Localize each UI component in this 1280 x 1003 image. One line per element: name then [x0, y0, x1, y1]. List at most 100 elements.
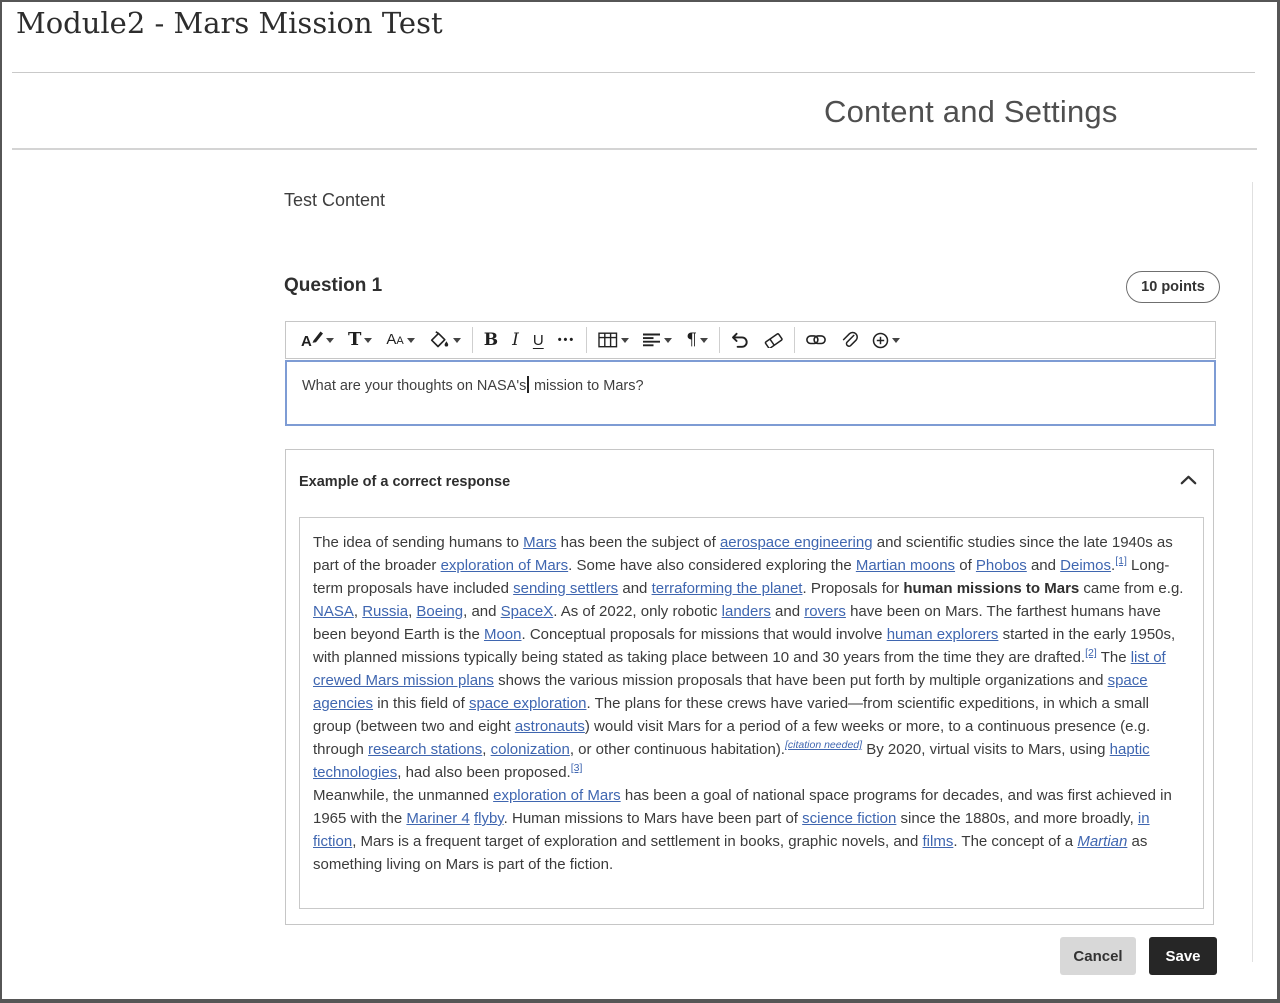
plain-text: The [1097, 649, 1131, 666]
undo-button[interactable] [724, 326, 756, 354]
test-content-label: Test Content [284, 190, 385, 211]
points-badge[interactable]: 10 points [1126, 271, 1220, 303]
text-style-icon: A [301, 331, 323, 349]
tab-content-and-settings: Content and Settings [824, 94, 1144, 130]
inline-link[interactable]: Russia [362, 603, 408, 620]
inline-link[interactable]: Martian moons [856, 557, 955, 574]
plain-text: came from e.g. [1079, 580, 1183, 597]
toolbar-separator [472, 327, 473, 353]
plain-text: The idea of sending humans to [313, 534, 523, 551]
link-icon [806, 335, 826, 345]
citation-ref[interactable]: [1] [1115, 555, 1127, 567]
underline-button[interactable]: U [526, 326, 551, 354]
plain-text: , had also been proposed. [397, 764, 570, 781]
more-options-icon: ••• [558, 335, 576, 346]
citation-needed[interactable]: [citation needed] [785, 739, 862, 751]
inline-link[interactable]: research stations [368, 741, 482, 758]
clear-formatting-button[interactable] [756, 326, 790, 354]
inline-link[interactable]: rovers [804, 603, 846, 620]
inline-link[interactable]: Boeing [416, 603, 463, 620]
inline-link[interactable]: Martian [1077, 833, 1127, 850]
plain-text: in this field of [373, 695, 469, 712]
save-button[interactable]: Save [1149, 937, 1217, 975]
plain-text: . Conceptual proposals for missions that… [522, 626, 887, 643]
italic-icon: I [512, 332, 519, 349]
plain-text: , Mars is a frequent target of explorati… [352, 833, 922, 850]
plain-text: , or other continuous habitation). [570, 741, 785, 758]
text-style-button[interactable]: A [294, 326, 341, 354]
caret-down-icon [621, 338, 629, 343]
caret-down-icon [407, 338, 415, 343]
inline-link[interactable]: exploration of Mars [441, 557, 569, 574]
paperclip-icon [840, 331, 858, 349]
paragraph-style-button[interactable]: ¶ [679, 326, 715, 354]
highlight-color-button[interactable] [422, 326, 468, 354]
inline-link[interactable]: space exploration [469, 695, 587, 712]
inline-link[interactable]: astronauts [515, 718, 585, 735]
text-cursor [527, 376, 529, 393]
inline-link[interactable]: exploration of Mars [493, 787, 621, 804]
text-align-button[interactable] [636, 326, 679, 354]
inline-link[interactable]: science fiction [802, 810, 896, 827]
example-response-panel: Example of a correct response The idea o… [285, 449, 1214, 925]
caret-down-icon [453, 338, 461, 343]
test-edit-page: Module2 - Mars Mission Test Content and … [0, 0, 1280, 1003]
paragraph-icon: ¶ [686, 332, 697, 349]
plain-text: . Human missions to Mars have been part … [504, 810, 802, 827]
citation-ref[interactable]: [3] [571, 762, 583, 774]
plain-text: . The concept of a [953, 833, 1077, 850]
insert-table-button[interactable] [591, 326, 636, 354]
plain-text: . Proposals for [802, 580, 903, 597]
insert-content-button[interactable] [865, 326, 907, 354]
inline-link[interactable]: NASA [313, 603, 354, 620]
align-left-icon [643, 333, 661, 347]
caret-down-icon [664, 338, 672, 343]
inline-link[interactable]: sending settlers [513, 580, 618, 597]
toolbar-separator [586, 327, 587, 353]
plain-text: and [618, 580, 651, 597]
inline-link[interactable]: terraforming the planet [652, 580, 803, 597]
cancel-button[interactable]: Cancel [1060, 937, 1136, 975]
inline-link[interactable]: human explorers [887, 626, 999, 643]
more-formatting-button[interactable]: ••• [551, 326, 583, 354]
attach-file-button[interactable] [833, 326, 865, 354]
caret-down-icon [892, 338, 900, 343]
bold-button[interactable]: B [477, 326, 505, 354]
inline-link[interactable]: SpaceX [501, 603, 554, 620]
example-paragraph: The idea of sending humans to Mars has b… [313, 531, 1187, 784]
caret-down-icon [364, 338, 372, 343]
plain-text: of [955, 557, 976, 574]
inline-link[interactable]: films [923, 833, 954, 850]
example-response-header[interactable]: Example of a correct response [286, 450, 1213, 514]
bold-text: human missions to Mars [903, 580, 1079, 597]
caret-down-icon [700, 338, 708, 343]
rich-text-toolbar: A T AA B [285, 321, 1216, 359]
italic-button[interactable]: I [505, 326, 526, 354]
question-text-editor[interactable]: What are your thoughts on NASA's mission… [285, 360, 1216, 426]
inline-link[interactable]: Mars [523, 534, 556, 551]
inline-link[interactable]: flyby [474, 810, 504, 827]
inline-link[interactable]: landers [722, 603, 771, 620]
inline-link[interactable]: Deimos [1060, 557, 1111, 574]
font-size-button[interactable]: AA [379, 326, 421, 354]
chevron-up-icon[interactable] [1180, 475, 1197, 485]
insert-link-button[interactable] [799, 326, 833, 354]
plain-text: , [482, 741, 490, 758]
bold-icon: B [484, 332, 498, 349]
inline-link[interactable]: Moon [484, 626, 522, 643]
font-button[interactable]: T [341, 326, 379, 354]
toolbar-separator [794, 327, 795, 353]
citation-ref[interactable]: [2] [1085, 647, 1097, 659]
inline-link[interactable]: aerospace engineering [720, 534, 873, 551]
page-title: Module2 - Mars Mission Test [16, 6, 443, 40]
question-1-label: Question 1 [284, 275, 382, 297]
insert-plus-icon [872, 332, 889, 349]
panel-edge-line [1252, 182, 1253, 962]
example-response-title: Example of a correct response [299, 474, 510, 490]
tab-divider [12, 148, 1257, 150]
inline-link[interactable]: Phobos [976, 557, 1027, 574]
inline-link[interactable]: colonization [491, 741, 570, 758]
inline-link[interactable]: Mariner 4 [406, 810, 469, 827]
toolbar-separator [719, 327, 720, 353]
example-response-editor[interactable]: The idea of sending humans to Mars has b… [299, 517, 1204, 909]
